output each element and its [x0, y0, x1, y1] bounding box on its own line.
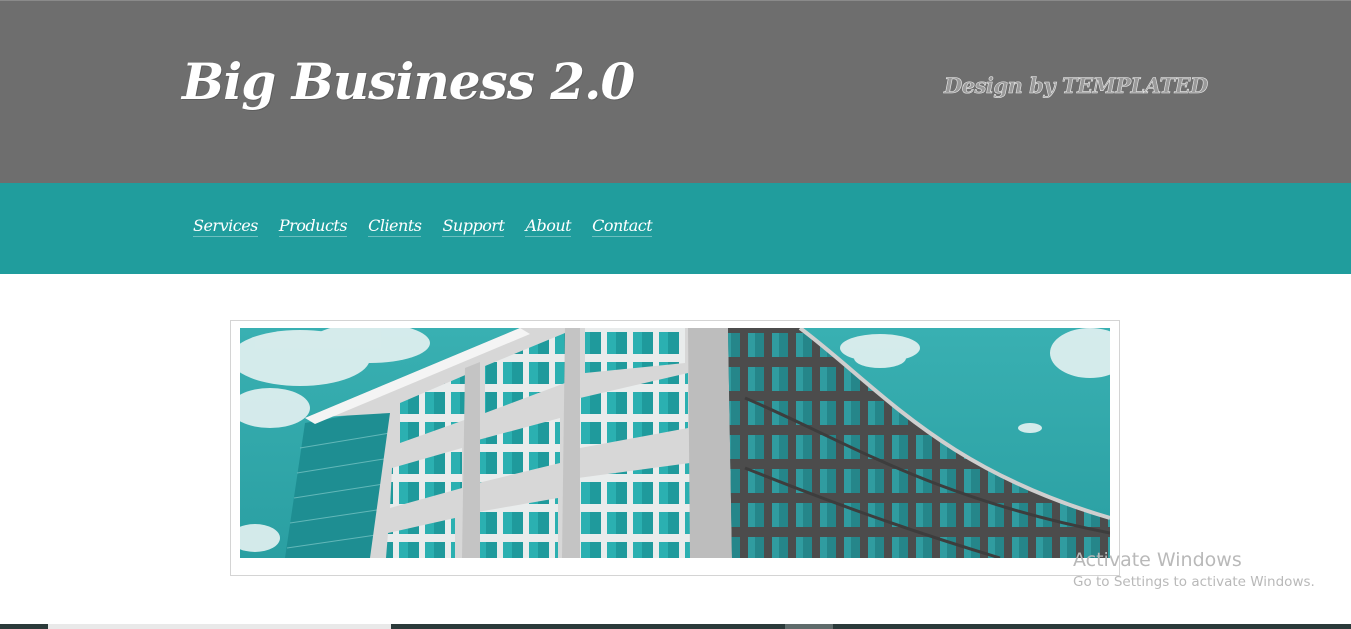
- activate-windows-title: Activate Windows: [1073, 549, 1242, 571]
- nav-item-about[interactable]: About: [525, 216, 572, 237]
- banner-image: [240, 328, 1110, 558]
- site-title[interactable]: Big Business 2.0: [182, 57, 635, 107]
- design-credit-link[interactable]: Design by TEMPLATED: [944, 73, 1209, 99]
- footer-strip-light: [48, 624, 391, 629]
- page: Big Business 2.0 Design by TEMPLATED Ser…: [0, 0, 1351, 629]
- nav-item-services[interactable]: Services: [193, 216, 258, 237]
- nav-item-contact[interactable]: Contact: [592, 216, 653, 237]
- nav-item-support[interactable]: Support: [442, 216, 505, 237]
- nav-menu: Services Products Clients Support About …: [193, 216, 673, 237]
- nav-item-clients[interactable]: Clients: [368, 216, 422, 237]
- site-header: Big Business 2.0 Design by TEMPLATED: [0, 0, 1351, 183]
- footer-strip-mid: [785, 624, 833, 629]
- main-nav: Services Products Clients Support About …: [0, 183, 1351, 274]
- office-building-photo: [240, 328, 1110, 558]
- banner-frame: [230, 320, 1120, 576]
- nav-item-products[interactable]: Products: [278, 216, 348, 237]
- activate-windows-subtitle: Go to Settings to activate Windows.: [1073, 574, 1315, 590]
- footer-strip: [0, 624, 1351, 629]
